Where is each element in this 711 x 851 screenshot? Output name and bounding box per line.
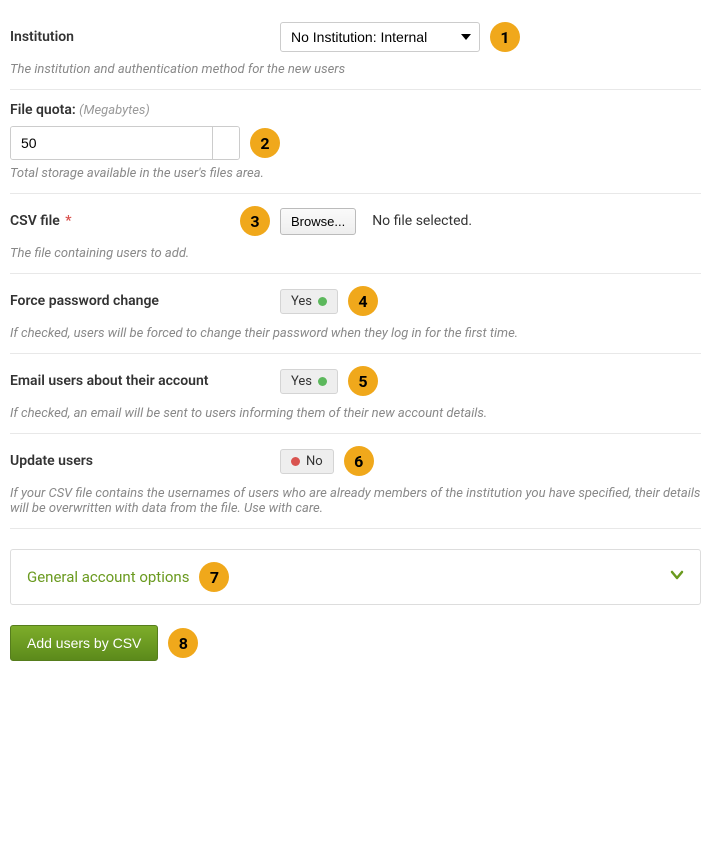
institution-label: Institution: [10, 29, 270, 45]
quota-value-input[interactable]: [11, 127, 212, 159]
email-users-toggle[interactable]: Yes: [280, 369, 338, 394]
file-status: No file selected.: [372, 213, 472, 229]
marker-1: 1: [490, 22, 520, 52]
marker-5: 5: [348, 366, 378, 396]
accordion-title: General account options: [27, 568, 189, 586]
update-users-help: If your CSV file contains the usernames …: [10, 486, 701, 516]
quota-unit-select[interactable]: [212, 127, 240, 159]
csv-help: The file containing users to add.: [10, 246, 701, 261]
quota-help: Total storage available in the user's fi…: [10, 166, 701, 181]
csv-field: CSV file * 3 Browse... No file selected.…: [10, 194, 701, 274]
email-users-help: If checked, an email will be sent to use…: [10, 406, 701, 421]
institution-select[interactable]: No Institution: Internal: [280, 22, 480, 52]
marker-2: 2: [250, 128, 280, 158]
status-dot-icon: [291, 457, 300, 466]
email-users-label: Email users about their account: [10, 373, 270, 389]
browse-button[interactable]: Browse...: [280, 208, 356, 235]
update-users-field: Update users No 6 If your CSV file conta…: [10, 434, 701, 529]
marker-7: 7: [199, 562, 229, 592]
submit-row: Add users by CSV 8: [10, 625, 701, 661]
add-users-button[interactable]: Add users by CSV: [10, 625, 158, 661]
status-dot-icon: [318, 297, 327, 306]
chevron-down-icon: [670, 568, 684, 586]
force-password-field: Force password change Yes 4 If checked, …: [10, 274, 701, 354]
quota-label: File quota: (Megabytes): [10, 102, 701, 118]
general-options-accordion[interactable]: General account options 7: [10, 549, 701, 605]
institution-field: Institution No Institution: Internal 1 T…: [10, 10, 701, 90]
quota-field: File quota: (Megabytes) 2 Total storage …: [10, 90, 701, 194]
status-dot-icon: [318, 377, 327, 386]
marker-6: 6: [344, 446, 374, 476]
institution-help: The institution and authentication metho…: [10, 62, 701, 77]
marker-8: 8: [168, 628, 198, 658]
quota-input-group: [10, 126, 240, 160]
marker-3: 3: [240, 206, 270, 236]
marker-4: 4: [348, 286, 378, 316]
force-password-help: If checked, users will be forced to chan…: [10, 326, 701, 341]
email-users-field: Email users about their account Yes 5 If…: [10, 354, 701, 434]
force-password-label: Force password change: [10, 293, 270, 309]
update-users-toggle[interactable]: No: [280, 449, 334, 474]
csv-label: CSV file *: [10, 213, 230, 229]
force-password-toggle[interactable]: Yes: [280, 289, 338, 314]
update-users-label: Update users: [10, 453, 270, 469]
